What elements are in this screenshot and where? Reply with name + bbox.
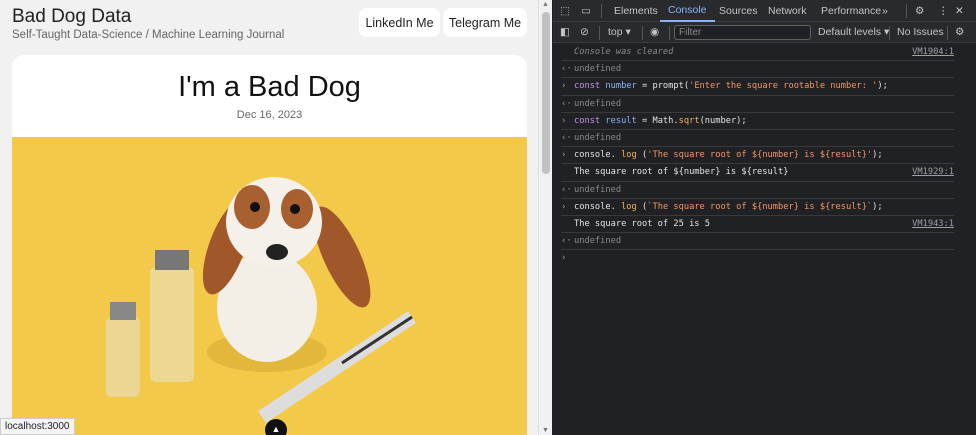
console-row-result: ‹· undefined xyxy=(561,96,954,113)
settings-gear-icon[interactable]: ⚙ xyxy=(915,0,924,22)
source-link[interactable]: VM1929:1 xyxy=(912,164,954,181)
console-row-info: Console was cleared VM1904:1 xyxy=(561,44,954,62)
tab-elements[interactable]: Elements xyxy=(614,0,658,22)
scroll-up-icon[interactable]: ▲ xyxy=(542,1,549,8)
status-url: localhost:3000 xyxy=(0,418,75,435)
code-token: result xyxy=(605,115,637,126)
code-token: console. xyxy=(574,201,616,212)
code-token: console. xyxy=(574,150,616,161)
message-text: undefined xyxy=(574,64,622,75)
input-prompt-icon: › xyxy=(561,201,567,212)
context-value: top xyxy=(608,26,623,38)
message-text: undefined xyxy=(574,98,622,109)
hero-image xyxy=(12,137,527,435)
tab-network[interactable]: Network xyxy=(768,0,807,22)
code-token: log xyxy=(621,150,637,161)
live-expression-eye-icon[interactable]: ◉ xyxy=(650,22,659,43)
console-messages: Console was cleared VM1904:1 ‹· undefined › c… xyxy=(553,44,976,267)
source-link[interactable]: VM1943:1 xyxy=(912,216,954,233)
console-settings-gear-icon[interactable]: ⚙ xyxy=(955,22,964,43)
log-levels-select[interactable]: Default levels ▾ xyxy=(818,22,889,43)
result-arrow-icon: ‹· xyxy=(561,184,572,195)
message-text: Console was cleared xyxy=(574,47,674,57)
code-token: sqrt xyxy=(678,115,700,126)
filter-input[interactable]: Filter xyxy=(674,25,811,40)
site-title[interactable]: Bad Dog Data xyxy=(12,6,131,28)
console-row-result: ‹· undefined xyxy=(561,233,954,251)
input-prompt-icon: › xyxy=(561,150,567,161)
input-prompt-icon: › xyxy=(561,81,567,92)
result-arrow-icon: ‹· xyxy=(561,132,572,143)
sidebar-toggle-icon[interactable]: ◧ xyxy=(560,22,570,43)
issues-button[interactable]: No Issues xyxy=(897,22,944,43)
linkedin-button[interactable]: LinkedIn Me xyxy=(359,8,440,37)
input-prompt-icon: › xyxy=(561,115,567,126)
console-row-result: ‹· undefined xyxy=(561,130,954,148)
code-token: `The square root of ${number} is ${resul… xyxy=(647,201,873,212)
console-row-result: ‹· undefined xyxy=(561,182,954,199)
code-token: 'The square root of ${number} is ${resul… xyxy=(647,150,873,161)
site-subtitle: Self-Taught Data-Science / Machine Learn… xyxy=(12,29,285,41)
console-prompt-input[interactable]: › xyxy=(561,250,954,267)
web-page: Bad Dog Data Self-Taught Data-Science / … xyxy=(0,0,538,435)
message-text: undefined xyxy=(574,132,622,143)
context-select[interactable]: top ▾ xyxy=(608,22,631,43)
devtools-tabbar: ⬚ ▭ Elements Console Sources Network Per… xyxy=(553,0,976,22)
telegram-button[interactable]: Telegram Me xyxy=(443,8,527,37)
clear-console-icon[interactable]: ⊘ xyxy=(580,22,589,43)
code-token: ); xyxy=(877,81,888,92)
post-card[interactable]: I'm a Bad Dog Dec 16, 2023 xyxy=(12,55,527,435)
code-token: ); xyxy=(872,201,883,212)
post-date: Dec 16, 2023 xyxy=(236,109,303,121)
devtools-panel: ⬚ ▭ Elements Console Sources Network Per… xyxy=(553,0,976,435)
message-text: The square root of 25 is 5 xyxy=(574,218,710,229)
console-row-result: ‹· undefined xyxy=(561,61,954,79)
scroll-down-icon[interactable]: ▼ xyxy=(542,427,549,434)
console-row-input: › const number = prompt('Enter the square… xyxy=(561,78,954,96)
code-token: const xyxy=(574,115,601,126)
code-token: log xyxy=(621,201,637,212)
inspect-icon[interactable]: ⬚ xyxy=(560,0,570,22)
console-row-input: › const result = Math.sqrt(number); xyxy=(561,113,954,130)
console-row-input: › console. log (`The square root of ${num… xyxy=(561,199,954,216)
result-arrow-icon: ‹· xyxy=(561,64,572,75)
scroll-thumb[interactable] xyxy=(542,12,550,174)
code-token: ); xyxy=(872,150,883,161)
more-options-icon[interactable]: ⋮ xyxy=(938,0,949,22)
tab-console[interactable]: Console xyxy=(660,0,715,22)
console-row-log: The square root of 25 is 5 VM1943:1 xyxy=(561,216,954,234)
nextjs-badge-icon[interactable]: ▲ xyxy=(265,419,287,435)
tab-performance[interactable]: Performance xyxy=(821,0,881,22)
code-token: number xyxy=(605,81,637,92)
code-token: = prompt( xyxy=(642,81,690,92)
input-prompt-icon: › xyxy=(561,253,567,264)
console-row-log: The square root of ${number} is ${result… xyxy=(561,164,954,182)
more-tabs-icon[interactable]: » xyxy=(882,0,888,22)
console-toolbar: ◧ ⊘ top ▾ ◉ Filter Default levels ▾ No I… xyxy=(553,22,976,43)
post-title: I'm a Bad Dog xyxy=(178,71,361,103)
log-levels-value: Default levels xyxy=(818,26,882,38)
result-arrow-icon: ‹· xyxy=(561,236,572,247)
message-text: undefined xyxy=(574,236,622,247)
code-token: = Math. xyxy=(642,115,679,126)
code-token: (number); xyxy=(699,115,747,126)
message-text: The square root of ${number} is ${result… xyxy=(574,167,789,178)
source-link[interactable]: VM1904:1 xyxy=(912,44,954,61)
console-row-input: › console. log ('The square root of ${num… xyxy=(561,147,954,165)
message-text: undefined xyxy=(574,184,622,195)
result-arrow-icon: ‹· xyxy=(561,98,572,109)
close-icon[interactable]: ✕ xyxy=(955,0,964,22)
code-token: 'Enter the square rootable number: ' xyxy=(689,81,878,92)
code-token: const xyxy=(574,81,601,92)
tab-sources[interactable]: Sources xyxy=(719,0,758,22)
device-toolbar-icon[interactable]: ▭ xyxy=(581,0,591,22)
page-scrollbar[interactable]: ▲ ▼ xyxy=(538,0,552,435)
